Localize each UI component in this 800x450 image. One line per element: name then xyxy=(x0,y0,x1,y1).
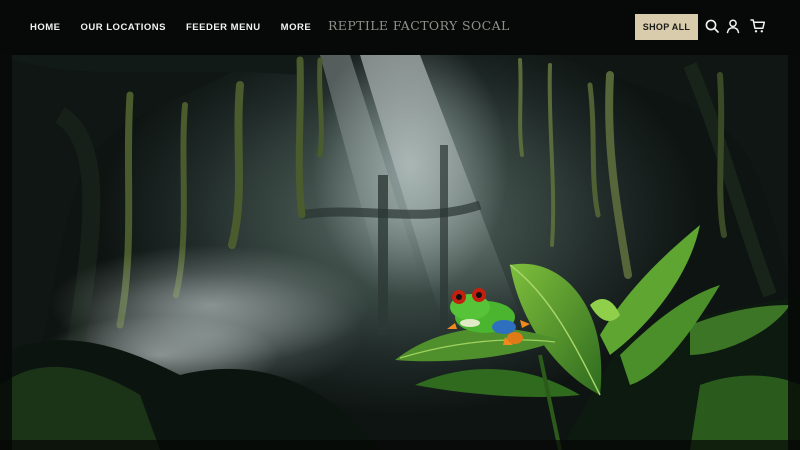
nav-our-locations-link[interactable]: OUR LOCATIONS xyxy=(81,22,167,33)
shop-all-button[interactable]: SHOP ALL xyxy=(635,14,698,40)
cart-icon[interactable] xyxy=(750,18,766,34)
main-nav: HOME OUR LOCATIONS FEEDER MENU MORE xyxy=(30,0,311,55)
account-icon[interactable] xyxy=(725,18,741,34)
nav-feeder-menu-link[interactable]: FEEDER MENU xyxy=(186,22,261,33)
nav-home-link[interactable]: HOME xyxy=(30,22,61,33)
search-icon[interactable] xyxy=(704,18,720,34)
rainforest-tree-frog-photo xyxy=(0,55,800,450)
brand-logo[interactable]: REPTILE FACTORY SOCAL xyxy=(328,18,510,33)
hero-banner xyxy=(0,55,800,450)
site-header: HOME OUR LOCATIONS FEEDER MENU MORE REPT… xyxy=(0,0,800,55)
nav-more-link[interactable]: MORE xyxy=(281,22,312,33)
